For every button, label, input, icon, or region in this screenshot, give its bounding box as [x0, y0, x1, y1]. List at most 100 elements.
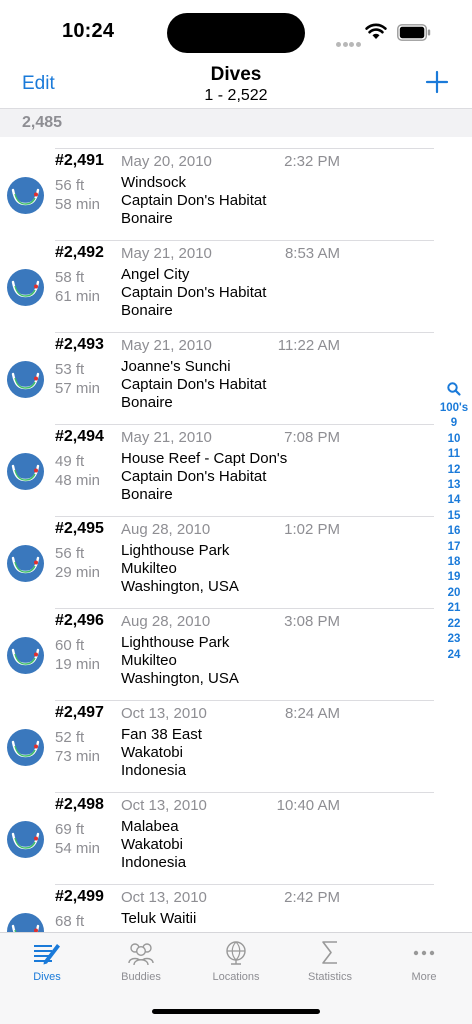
section-index-bar[interactable]: 100's 9 10 11 12 13 14 15 16 17 18 19 20…: [436, 381, 472, 663]
dive-duration: 29 min: [55, 564, 101, 581]
dive-number: #2,495: [55, 520, 104, 537]
dive-depth: 56 ft: [55, 177, 85, 194]
row-divider: [55, 700, 434, 701]
dive-date: Aug 28, 2010: [121, 613, 211, 630]
index-item-9[interactable]: 9: [436, 416, 472, 431]
index-item-10[interactable]: 10: [436, 432, 472, 447]
dive-date: Oct 13, 2010: [121, 889, 207, 906]
dive-site: Lighthouse Park: [121, 634, 230, 651]
tab-locations[interactable]: Locations: [189, 939, 283, 989]
dive-row[interactable]: #2,496 Aug 28, 2010 3:08 PM 60 ft 19 min…: [0, 608, 472, 700]
dive-place: Wakatobi: [121, 744, 183, 761]
dive-place: Captain Don's Habitat: [121, 192, 267, 209]
index-item-20[interactable]: 20: [436, 586, 472, 601]
battery-icon: [397, 24, 431, 41]
dive-date: May 21, 2010: [121, 429, 212, 446]
dive-list[interactable]: #2,491 May 20, 2010 2:32 PM 56 ft 58 min…: [0, 148, 472, 932]
dive-range-subtitle: 1 - 2,522: [204, 87, 268, 104]
index-item-100s[interactable]: 100's: [436, 401, 472, 416]
dive-region: Bonaire: [121, 486, 173, 503]
section-header: 2,485: [0, 108, 472, 137]
dive-date: Oct 13, 2010: [121, 705, 207, 722]
dive-number: #2,492: [55, 244, 104, 261]
index-item-19[interactable]: 19: [436, 570, 472, 585]
dive-number: #2,491: [55, 152, 104, 169]
dive-site: House Reef - Capt Don's: [121, 450, 288, 467]
row-divider: [55, 884, 434, 885]
tab-statistics[interactable]: Statistics: [283, 939, 377, 989]
dive-depth: 68 ft: [55, 913, 85, 930]
dive-number: #2,498: [55, 796, 104, 813]
dive-row[interactable]: #2,493 May 21, 2010 11:22 AM 53 ft 57 mi…: [0, 332, 472, 424]
dive-duration: 73 min: [55, 748, 101, 765]
row-divider: [55, 516, 434, 517]
dive-place: Captain Don's Habitat: [121, 284, 267, 301]
dive-row[interactable]: #2,499 Oct 13, 2010 2:42 PM 68 ft Teluk …: [0, 884, 472, 932]
dive-place: Captain Don's Habitat: [121, 468, 267, 485]
dive-time: 2:42 PM: [284, 889, 340, 906]
dive-date: Oct 13, 2010: [121, 797, 207, 814]
dive-profile-icon: [7, 913, 44, 932]
add-dive-button[interactable]: [425, 70, 449, 94]
dive-region: Washington, USA: [121, 670, 239, 687]
navigation-bar: Edit Dives 1 - 2,522: [0, 60, 472, 108]
index-item-16[interactable]: 16: [436, 524, 472, 539]
page-title: Dives: [210, 64, 262, 85]
dive-site: Teluk Waitii: [121, 910, 197, 927]
dive-row[interactable]: #2,498 Oct 13, 2010 10:40 AM 69 ft 54 mi…: [0, 792, 472, 884]
tab-more[interactable]: More: [377, 939, 471, 989]
section-header-label: 2,485: [22, 114, 63, 131]
ellipsis-icon: [413, 950, 435, 956]
index-item-12[interactable]: 12: [436, 463, 472, 478]
dive-date: May 20, 2010: [121, 153, 212, 170]
dive-time: 8:53 AM: [284, 245, 340, 262]
index-item-14[interactable]: 14: [436, 493, 472, 508]
tab-dives-label: Dives: [33, 971, 61, 983]
dive-depth: 69 ft: [55, 821, 85, 838]
dive-depth: 49 ft: [55, 453, 85, 470]
dive-region: Indonesia: [121, 762, 187, 779]
index-item-23[interactable]: 23: [436, 632, 472, 647]
tab-buddies[interactable]: Buddies: [94, 939, 188, 989]
globe-icon: [226, 941, 246, 965]
dive-time: 7:08 PM: [284, 429, 340, 446]
index-item-17[interactable]: 17: [436, 540, 472, 555]
dive-duration: 19 min: [55, 656, 101, 673]
dive-duration: 48 min: [55, 472, 101, 489]
index-item-15[interactable]: 15: [436, 509, 472, 524]
index-item-21[interactable]: 21: [436, 601, 472, 616]
index-search-icon[interactable]: [436, 381, 472, 397]
dive-row[interactable]: #2,497 Oct 13, 2010 8:24 AM 52 ft 73 min…: [0, 700, 472, 792]
dive-time: 10:40 AM: [276, 797, 340, 814]
dive-time: 1:02 PM: [284, 521, 340, 538]
dive-region: Indonesia: [121, 854, 187, 871]
dive-site: Angel City: [121, 266, 190, 283]
dive-date: May 21, 2010: [121, 337, 212, 354]
index-item-11[interactable]: 11: [436, 447, 472, 462]
dive-profile-icon: [7, 269, 44, 306]
dive-profile-icon: [7, 361, 44, 398]
tab-dives[interactable]: Dives: [0, 939, 94, 989]
dive-profile-icon: [7, 637, 44, 674]
wifi-icon: [365, 23, 387, 39]
index-item-22[interactable]: 22: [436, 617, 472, 632]
index-item-13[interactable]: 13: [436, 478, 472, 493]
dive-row[interactable]: #2,494 May 21, 2010 7:08 PM 49 ft 48 min…: [0, 424, 472, 516]
dive-number: #2,496: [55, 612, 104, 629]
dive-time: 11:22 AM: [277, 337, 340, 354]
dive-number: #2,493: [55, 336, 104, 353]
dive-depth: 56 ft: [55, 545, 85, 562]
dive-row[interactable]: #2,491 May 20, 2010 2:32 PM 56 ft 58 min…: [0, 148, 472, 240]
dive-duration: 54 min: [55, 840, 101, 857]
dive-region: Bonaire: [121, 302, 173, 319]
row-divider: [55, 424, 434, 425]
dive-place: Mukilteo: [121, 652, 177, 669]
index-item-24[interactable]: 24: [436, 648, 472, 663]
status-time: 10:24: [62, 20, 115, 42]
dive-row[interactable]: #2,492 May 21, 2010 8:53 AM 58 ft 61 min…: [0, 240, 472, 332]
dive-time: 8:24 AM: [284, 705, 340, 722]
dive-number: #2,499: [55, 888, 104, 905]
row-divider: [55, 332, 434, 333]
index-item-18[interactable]: 18: [436, 555, 472, 570]
dive-row[interactable]: #2,495 Aug 28, 2010 1:02 PM 56 ft 29 min…: [0, 516, 472, 608]
